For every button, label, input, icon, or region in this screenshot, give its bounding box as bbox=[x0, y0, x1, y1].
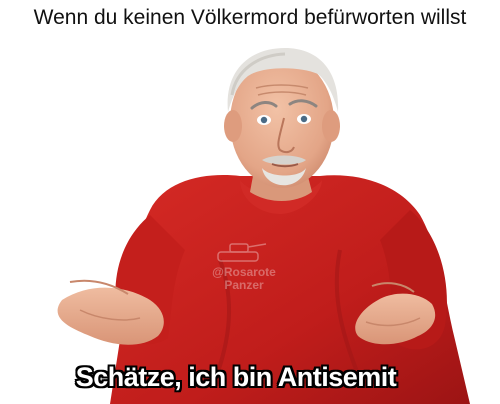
bottom-caption: Schätze, ich bin Antisemit bbox=[75, 361, 398, 393]
watermark: @Rosarote Panzer bbox=[196, 266, 292, 292]
head bbox=[224, 48, 340, 188]
watermark-name: Panzer bbox=[224, 278, 264, 292]
top-caption: Wenn du keinen Völkermord befürworten wi… bbox=[33, 6, 467, 29]
meme-image: Wenn du keinen Völkermord befürworten wi… bbox=[0, 0, 500, 404]
shrugging-old-man-photo bbox=[57, 48, 470, 404]
